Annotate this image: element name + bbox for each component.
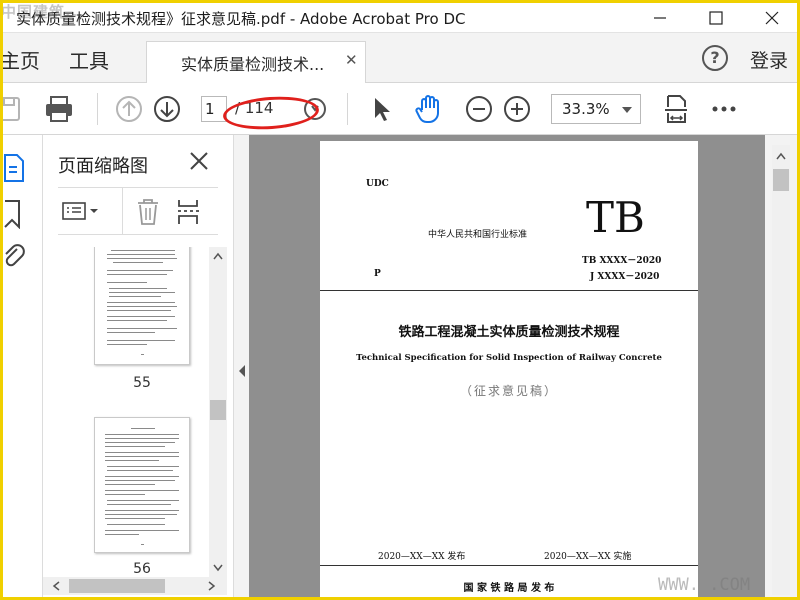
thumbnail-vertical-scrollbar[interactable]: [209, 247, 227, 577]
header-rule: [320, 290, 698, 291]
panel-divider: [122, 188, 123, 234]
thumbnail-label: 55: [133, 375, 151, 391]
watermark-bottom: WWW. .COM: [658, 575, 751, 595]
app-window: 实体质量检测技术规程》征求意见稿.pdf - Adobe Acrobat Pro…: [3, 3, 797, 597]
issuer-label: 中华人民共和国行业标准: [428, 230, 528, 240]
tab-close-icon[interactable]: ✕: [345, 51, 358, 69]
minimize-button[interactable]: [637, 3, 683, 33]
toolbar-divider: [97, 93, 98, 125]
footer-rule: [320, 565, 698, 566]
toolbar-divider: [347, 93, 348, 125]
help-icon[interactable]: ?: [702, 45, 728, 71]
thumbnail-list: 55 56: [43, 247, 213, 577]
zoom-value: 33.3%: [562, 100, 610, 118]
pdf-page: UDC 中华人民共和国行业标准 TB TB XXXX－2020 P J XXXX…: [320, 141, 698, 597]
select-arrow-icon[interactable]: [365, 93, 397, 125]
more-options-icon[interactable]: [708, 93, 740, 125]
close-window-button[interactable]: [749, 3, 795, 33]
options-menu-icon[interactable]: [62, 200, 102, 226]
document-tab-label: 实体质量检测技术...: [181, 55, 325, 74]
thumbnail-label: 56: [133, 561, 151, 577]
title-english: Technical Specification for Solid Inspec…: [356, 353, 662, 363]
left-rail: [3, 135, 43, 597]
panel-title: 页面缩略图: [58, 156, 148, 177]
zoom-dropdown[interactable]: 33.3%: [551, 94, 641, 124]
fit-page-icon[interactable]: [660, 93, 692, 125]
document-vertical-scrollbar[interactable]: [765, 135, 797, 597]
bookmark-icon[interactable]: [3, 199, 25, 233]
issuing-authority: 国 家 铁 路 局 发 布: [463, 583, 555, 594]
effective-date: 2020—XX—XX 实施: [544, 552, 632, 562]
attachment-icon[interactable]: [3, 243, 25, 277]
draft-label: （征求意见稿）: [459, 384, 558, 398]
watermark-top: 中国建筑...: [3, 3, 86, 21]
next-page-icon[interactable]: [151, 93, 183, 125]
thumbnails-panel: 页面缩略图 55 56: [43, 135, 233, 597]
title-chinese: 铁路工程混凝土实体质量检测技术规程: [398, 325, 620, 340]
tab-tools[interactable]: 工具: [69, 45, 109, 74]
save-icon[interactable]: [3, 93, 27, 125]
delete-page-icon[interactable]: [136, 198, 160, 230]
tab-home[interactable]: 主页: [3, 45, 40, 74]
panel-toolbar: [58, 187, 218, 235]
chevron-down-icon: [622, 107, 632, 113]
login-button[interactable]: 登录: [750, 46, 788, 73]
print-icon[interactable]: [43, 93, 75, 125]
previous-page-icon[interactable]: [113, 93, 145, 125]
p-label: P: [374, 269, 381, 279]
zoom-out-icon[interactable]: [463, 93, 495, 125]
publish-date: 2020—XX—XX 发布: [378, 552, 466, 562]
panel-collapse-bar[interactable]: [233, 135, 249, 597]
standard-number-1: TB XXXX－2020: [582, 256, 662, 266]
insert-page-icon[interactable]: [176, 198, 202, 230]
udc-label: UDC: [366, 179, 389, 189]
thumbnail-page-56[interactable]: [94, 417, 190, 553]
standard-number-2: J XXXX－2020: [590, 272, 660, 282]
maximize-button[interactable]: [693, 3, 739, 33]
toolbar: 1 / 114 33.3%: [3, 83, 797, 135]
zoom-in-icon[interactable]: [501, 93, 533, 125]
thumbnail-page-55[interactable]: [94, 247, 190, 365]
tab-bar: 主页 工具 实体质量检测技术... ✕ ? 登录: [3, 33, 797, 83]
standard-code: TB: [586, 193, 645, 242]
panel-close-icon[interactable]: [189, 151, 209, 175]
title-bar: 实体质量检测技术规程》征求意见稿.pdf - Adobe Acrobat Pro…: [3, 3, 797, 33]
document-view[interactable]: UDC 中华人民共和国行业标准 TB TB XXXX－2020 P J XXXX…: [249, 135, 765, 597]
scrollbar-track[interactable]: [772, 145, 790, 595]
thumbnail-horizontal-scrollbar[interactable]: [43, 577, 227, 595]
close-icon: [765, 11, 779, 25]
maximize-icon: [709, 11, 723, 25]
hand-tool-icon[interactable]: [413, 93, 445, 125]
minimize-icon: [654, 17, 666, 19]
tab-document[interactable]: 实体质量检测技术... ✕: [146, 41, 366, 83]
page-thumbnails-icon[interactable]: [3, 153, 25, 187]
